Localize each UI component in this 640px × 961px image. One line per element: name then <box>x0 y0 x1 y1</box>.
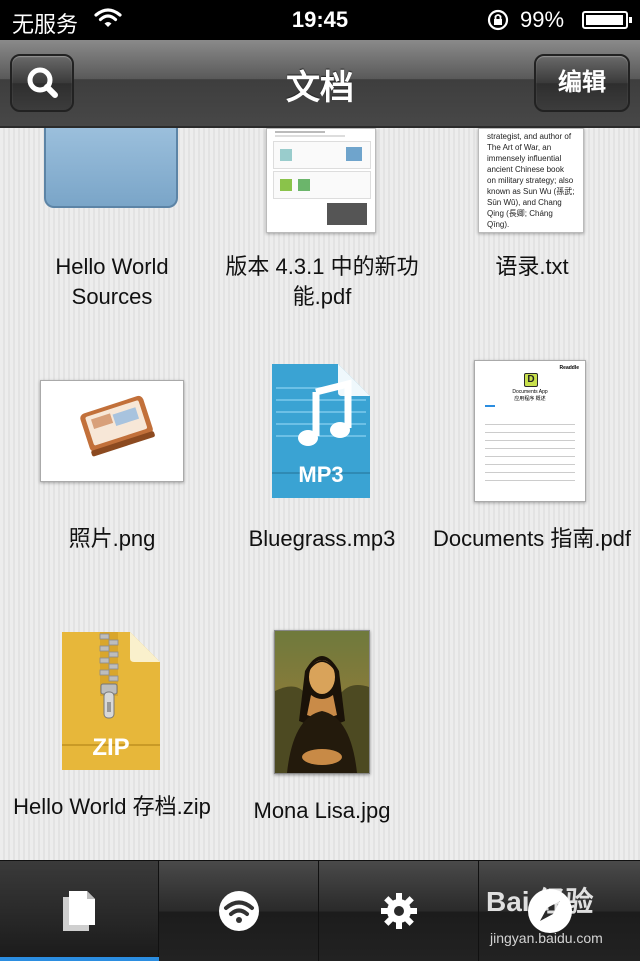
zip-file-icon[interactable]: ZIP <box>62 632 160 770</box>
file-name: 版本 4.3.1 中的新功能.pdf <box>225 254 419 309</box>
battery-icon <box>582 11 632 29</box>
txt-thumbnail[interactable]: strategist, and author of The Art of War… <box>478 128 584 233</box>
mona-lisa-painting <box>275 631 369 773</box>
mp3-file-icon[interactable]: MP3 <box>272 364 370 498</box>
gear-icon <box>381 893 417 929</box>
document-icon <box>63 891 95 931</box>
zip-badge: ZIP <box>92 734 130 761</box>
status-bar: 无服务 19:45 99% <box>0 0 640 40</box>
file-name: Bluegrass.mp3 <box>248 526 396 551</box>
doc-subtitle: 应用程序 概述 <box>514 396 546 402</box>
file-name: Mona Lisa.jpg <box>253 798 391 823</box>
documents-logo-icon: D <box>524 373 538 387</box>
mp3-badge: MP3 <box>298 462 344 487</box>
file-name: Documents 指南.pdf <box>432 526 632 551</box>
file-grid: Hello World Sources 版本 4.3.1 中的新功能.pdf s… <box>0 128 640 860</box>
pdf-thumbnail[interactable]: Readdle D Documents App 应用程序 概述 <box>474 360 586 502</box>
image-thumbnail[interactable] <box>40 380 184 482</box>
file-name: Hello World Sources <box>55 254 169 309</box>
file-name: 语录.txt <box>495 254 569 279</box>
file-name: Hello World 存档.zip <box>13 794 211 819</box>
pdf-thumbnail[interactable] <box>266 128 376 233</box>
carrier-label: 无服务 <box>12 12 79 37</box>
wifi-signal-icon <box>94 6 122 36</box>
battery-percent: 99% <box>520 7 565 32</box>
rotation-lock-icon <box>486 8 510 38</box>
folder-icon[interactable] <box>44 128 178 208</box>
watermark-url: jingyan.baidu.com <box>490 930 603 946</box>
tab-settings[interactable] <box>320 861 479 961</box>
doc-header: Readdle <box>559 365 579 371</box>
edit-button[interactable]: 编辑 <box>534 54 630 112</box>
tab-wifi[interactable] <box>160 861 319 961</box>
wifi-icon <box>219 891 259 931</box>
file-name: 照片.png <box>68 526 156 551</box>
image-thumbnail[interactable] <box>274 630 370 774</box>
navigation-bar: 文档 编辑 <box>0 40 640 128</box>
watermark-brand: Bai 经验 <box>486 886 594 917</box>
photo-frame-icon <box>80 395 155 457</box>
tab-documents[interactable] <box>0 861 159 961</box>
